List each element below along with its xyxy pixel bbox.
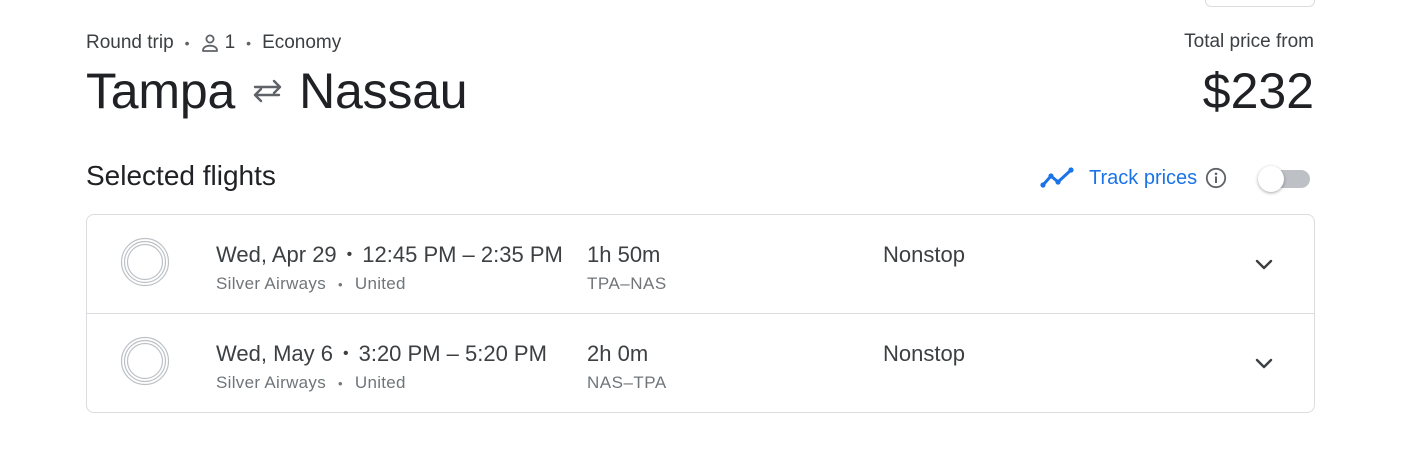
origin-city: Tampa — [86, 63, 236, 119]
flight-duration: 2h 0m — [587, 341, 649, 366]
operator-name: United — [354, 373, 406, 392]
flight-duration: 1h 50m — [587, 242, 661, 267]
total-price: $232 — [1202, 63, 1314, 119]
swap-arrows-icon — [251, 76, 285, 106]
selected-flights-heading: Selected flights — [86, 160, 276, 191]
separator-dot: • — [246, 35, 252, 51]
trend-line-icon — [1040, 165, 1074, 191]
track-prices-label[interactable]: Track prices — [1089, 167, 1197, 190]
trip-type: Round trip — [86, 32, 174, 53]
flight-row[interactable]: Wed, Apr 29 • 12:45 PM – 2:35 PM Silver … — [87, 215, 1314, 313]
separator-dot: • — [184, 35, 190, 51]
separator-dot: • — [346, 246, 353, 263]
selected-flights-list: Wed, Apr 29 • 12:45 PM – 2:35 PM Silver … — [86, 214, 1315, 413]
flight-airlines: Silver Airways • United — [216, 373, 406, 393]
flight-airports: TPA–NAS — [587, 274, 667, 293]
operator-name: United — [354, 274, 406, 293]
destination-city: Nassau — [299, 63, 468, 119]
route-title: Tampa Nassau — [86, 62, 468, 120]
flight-date-times: Wed, Apr 29 • 12:45 PM – 2:35 PM — [216, 242, 563, 268]
info-icon[interactable] — [1205, 167, 1227, 189]
separator-dot: • — [342, 345, 349, 362]
chevron-down-icon[interactable] — [1250, 251, 1278, 279]
toggle-knob — [1258, 166, 1284, 192]
separator-dot: • — [338, 375, 343, 391]
track-prices-toggle[interactable] — [1258, 166, 1310, 192]
flight-stops: Nonstop — [883, 242, 965, 267]
flight-stops: Nonstop — [883, 341, 965, 366]
airline-name: Silver Airways — [216, 274, 327, 293]
track-prices-control[interactable]: Track prices — [1040, 163, 1227, 193]
passenger-count: 1 — [224, 32, 236, 53]
flight-airlines: Silver Airways • United — [216, 274, 406, 294]
top-partial-button[interactable] — [1205, 0, 1315, 7]
total-price-label: Total price from — [1184, 31, 1314, 52]
flight-date: Wed, Apr 29 — [216, 242, 337, 267]
cabin-class: Economy — [262, 32, 342, 53]
airline-logo-icon — [120, 336, 170, 386]
flight-row[interactable]: Wed, May 6 • 3:20 PM – 5:20 PM Silver Ai… — [87, 313, 1314, 412]
flight-date: Wed, May 6 — [216, 341, 333, 366]
chevron-down-icon[interactable] — [1250, 350, 1278, 378]
trip-summary: Round trip • 1 • Economy — [86, 31, 341, 55]
airline-logo-icon — [120, 237, 170, 287]
flight-airports: NAS–TPA — [587, 373, 667, 392]
flight-date-times: Wed, May 6 • 3:20 PM – 5:20 PM — [216, 341, 547, 367]
airline-name: Silver Airways — [216, 373, 327, 392]
person-icon — [201, 33, 219, 53]
flight-times: 12:45 PM – 2:35 PM — [362, 242, 563, 267]
separator-dot: • — [338, 276, 343, 292]
flight-times: 3:20 PM – 5:20 PM — [358, 341, 547, 366]
